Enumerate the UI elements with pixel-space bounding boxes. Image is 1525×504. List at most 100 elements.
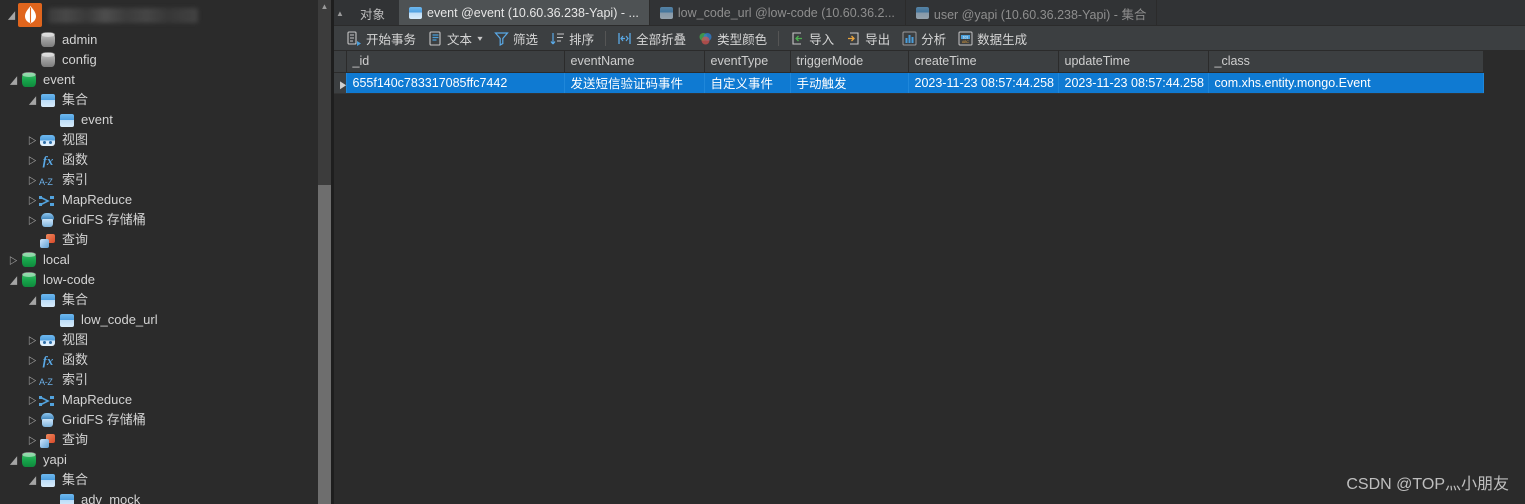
sidebar-scrollbar-thumb[interactable]: [318, 185, 331, 504]
connection-expander[interactable]: ◢: [4, 5, 18, 25]
tree-node-查询[interactable]: 查询: [0, 230, 331, 250]
tree-expander-collapsed-icon[interactable]: ▷: [25, 130, 39, 150]
tree-node-yapi[interactable]: ◢ yapi: [0, 450, 331, 470]
tree-expander-collapsed-icon[interactable]: ▷: [25, 370, 39, 390]
column-header-eventName[interactable]: eventName: [564, 51, 705, 73]
column-header-updateTime[interactable]: updateTime: [1058, 51, 1209, 73]
column-header-eventType[interactable]: eventType: [704, 51, 791, 73]
cell-triggerMode[interactable]: 手动触发: [790, 72, 909, 94]
tree-node-函数[interactable]: ▷ fx 函数: [0, 150, 331, 170]
toolbar-collapse-all-button[interactable]: 全部折叠: [611, 28, 692, 49]
toolbar-filter-funnel-button[interactable]: 筛选: [488, 28, 544, 49]
tree-node-adv_mock[interactable]: adv_mock: [0, 490, 331, 504]
tree-node-视图[interactable]: ▷ 视图: [0, 130, 331, 150]
editor-tab-0[interactable]: event @event (10.60.36.238-Yapi) - ...: [399, 0, 650, 26]
tree-expander-collapsed-icon[interactable]: ▷: [25, 330, 39, 350]
tree-node-label: 集合: [62, 92, 89, 107]
tree-node-视图[interactable]: ▷ 视图: [0, 330, 331, 350]
database-tree[interactable]: admin config ◢ event ◢ 集合 event ▷ 视图 ▷ fx 函数 ▷ A-Z 索引 ▷…: [0, 30, 331, 504]
column-header-createTime[interactable]: createTime: [908, 51, 1059, 73]
tree-expander-spacer: [44, 490, 58, 504]
editor-tab-2[interactable]: user @yapi (10.60.36.238-Yapi) - 集合: [905, 0, 1158, 26]
cell-class[interactable]: com.xhs.entity.mongo.Event: [1208, 72, 1484, 94]
mongodb-client-window: ◢ admin config ◢ event ◢ 集合 event ▷ 视图 ▷ fx 函数 ▷ A-Z 索…: [0, 0, 1525, 504]
toolbar-analyze-chart-button[interactable]: 分析: [896, 28, 952, 49]
chevron-down-icon[interactable]: ▾: [477, 34, 482, 43]
tree-node-集合[interactable]: ◢ 集合: [0, 290, 331, 310]
sidebar-scrollbar-track[interactable]: ▲: [318, 0, 331, 504]
toolbar-export-button[interactable]: 导出: [840, 28, 896, 49]
tab-object-label[interactable]: 对象: [346, 0, 400, 26]
collection-folder-icon: [39, 92, 57, 108]
tree-expander-collapsed-icon[interactable]: ▷: [25, 210, 39, 230]
toolbar-separator: [778, 30, 780, 46]
toolbar-import-button[interactable]: 导入: [784, 28, 840, 49]
function-icon: fx: [42, 353, 54, 368]
tree-node-MapReduce[interactable]: ▷ MapReduce: [0, 190, 331, 210]
tree-node-low_code_url[interactable]: low_code_url: [0, 310, 331, 330]
cell-updateTime[interactable]: 2023-11-23 08:57:44.258: [1058, 72, 1209, 94]
tree-expander-collapsed-icon[interactable]: ▷: [25, 390, 39, 410]
toolbar-sort-button[interactable]: 排序: [544, 28, 600, 49]
tree-expander-expanded-icon[interactable]: ◢: [6, 450, 20, 470]
tree-node-label: GridFS 存储桶: [62, 412, 146, 427]
column-header-id[interactable]: _id: [346, 51, 565, 73]
sort-icon: [550, 31, 565, 46]
toolbar-type-color-button[interactable]: 类型颜色: [692, 28, 773, 49]
tree-node-集合[interactable]: ◢ 集合: [0, 470, 331, 490]
column-header-class[interactable]: _class: [1208, 51, 1484, 73]
editor-tab-label: user @yapi (10.60.36.238-Yapi) - 集合: [933, 7, 1147, 22]
tree-expander-expanded-icon[interactable]: ◢: [6, 70, 20, 90]
tree-node-label: GridFS 存储桶: [62, 212, 146, 227]
tree-expander-expanded-icon[interactable]: ◢: [25, 290, 39, 310]
tree-expander-collapsed-icon[interactable]: ▷: [25, 350, 39, 370]
tree-expander-expanded-icon[interactable]: ◢: [25, 90, 39, 110]
cell-createTime[interactable]: 2023-11-23 08:57:44.258: [908, 72, 1059, 94]
tree-expander-expanded-icon[interactable]: ◢: [25, 470, 39, 490]
gridfs-icon: [39, 212, 57, 228]
tree-node-集合[interactable]: ◢ 集合: [0, 90, 331, 110]
toolbar-text-document-button[interactable]: 文本 ▾: [422, 28, 488, 49]
cell-eventName[interactable]: 发送短信验证码事件: [564, 72, 705, 94]
tree-expander-collapsed-icon[interactable]: ▷: [25, 430, 39, 450]
tabbar-scroll-up-icon[interactable]: ▲: [334, 0, 346, 26]
tree-node-查询[interactable]: ▷ 查询: [0, 430, 331, 450]
tree-expander-spacer: [25, 50, 39, 70]
tree-node-label: 视图: [62, 332, 89, 347]
tree-node-event[interactable]: ◢ event: [0, 70, 331, 90]
connection-root-row[interactable]: ◢: [0, 0, 331, 30]
tree-node-索引[interactable]: ▷ A-Z 索引: [0, 170, 331, 190]
toolbar-data-generation-button[interactable]: 101 ABC 数据生成: [952, 28, 1033, 49]
tree-node-low-code[interactable]: ◢ low-code: [0, 270, 331, 290]
result-grid-container[interactable]: _id eventName eventType triggerMode createTi…: [334, 51, 1525, 504]
tree-node-local[interactable]: ▷ local: [0, 250, 331, 270]
transaction-icon: [347, 30, 362, 46]
tree-node-GridFS 存储桶[interactable]: ▷ GridFS 存储桶: [0, 210, 331, 230]
tree-node-event[interactable]: event: [0, 110, 331, 130]
cell-eventType[interactable]: 自定义事件: [704, 72, 791, 94]
collection-icon: [915, 7, 929, 19]
tree-expander-collapsed-icon[interactable]: ▷: [25, 190, 39, 210]
tree-node-GridFS 存储桶[interactable]: ▷ GridFS 存储桶: [0, 410, 331, 430]
tree-expander-collapsed-icon[interactable]: ▷: [25, 410, 39, 430]
sidebar-scroll-up-icon[interactable]: ▲: [318, 0, 331, 14]
tree-node-label: MapReduce: [62, 192, 133, 207]
toolbar-transaction-button[interactable]: 开始事务: [341, 28, 422, 49]
column-header-triggerMode[interactable]: triggerMode: [790, 51, 909, 73]
tree-expander-collapsed-icon[interactable]: ▷: [25, 150, 39, 170]
tree-expander-collapsed-icon[interactable]: ▷: [25, 170, 39, 190]
tree-expander-collapsed-icon[interactable]: ▷: [6, 250, 20, 270]
tree-expander-expanded-icon[interactable]: ◢: [6, 270, 20, 290]
tree-node-MapReduce[interactable]: ▷ MapReduce: [0, 390, 331, 410]
row-expand-icon[interactable]: ▶: [334, 72, 347, 94]
editor-tab-1[interactable]: low_code_url @low-code (10.60.36.2...: [649, 0, 906, 26]
table-row[interactable]: ▶ 655f140c783317085ffc7442 发送短信验证码事件 自定义事件手…: [334, 72, 1484, 94]
tree-node-函数[interactable]: ▷ fx 函数: [0, 350, 331, 370]
view-icon: [39, 132, 57, 148]
database-tree-sidebar: ◢ admin config ◢ event ◢ 集合 event ▷ 视图 ▷ fx 函数 ▷ A-Z 索…: [0, 0, 331, 504]
table-header-row: _id eventName eventType triggerMode createTi…: [334, 51, 1484, 73]
tree-node-索引[interactable]: ▷ A-Z 索引: [0, 370, 331, 390]
tree-node-admin[interactable]: admin: [0, 30, 331, 50]
cell-id[interactable]: 655f140c783317085ffc7442: [346, 72, 565, 94]
tree-node-config[interactable]: config: [0, 50, 331, 70]
